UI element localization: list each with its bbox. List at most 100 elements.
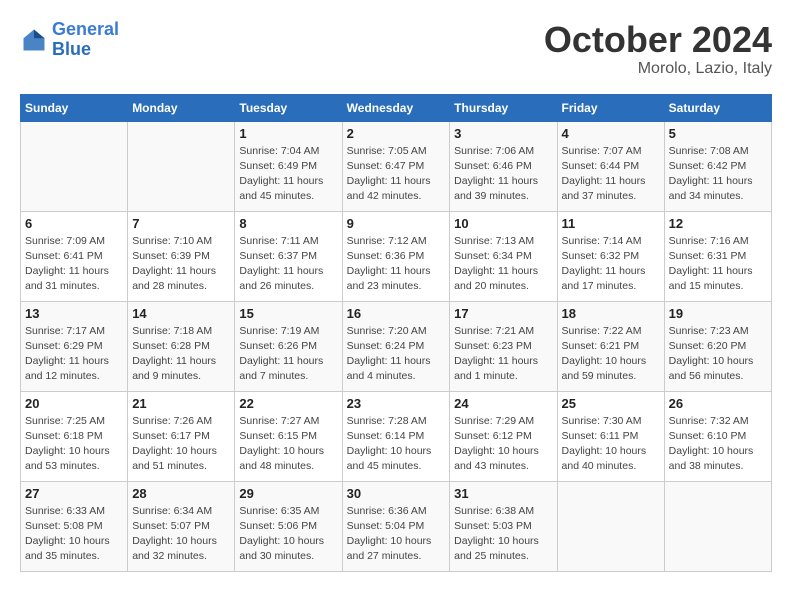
weekday-header: Sunday xyxy=(21,94,128,121)
day-info: Sunrise: 6:35 AMSunset: 5:06 PMDaylight:… xyxy=(239,504,337,565)
day-info: Sunrise: 7:20 AMSunset: 6:24 PMDaylight:… xyxy=(347,324,446,385)
day-info: Sunrise: 7:28 AMSunset: 6:14 PMDaylight:… xyxy=(347,414,446,475)
weekday-header: Friday xyxy=(557,94,664,121)
day-info: Sunrise: 7:14 AMSunset: 6:32 PMDaylight:… xyxy=(562,234,660,295)
calendar-cell: 20Sunrise: 7:25 AMSunset: 6:18 PMDayligh… xyxy=(21,391,128,481)
day-number: 26 xyxy=(669,396,767,411)
calendar-cell: 8 Sunrise: 7:11 AMSunset: 6:37 PMDaylight… xyxy=(235,211,342,301)
day-number: 5 xyxy=(669,126,767,141)
calendar-cell: 29 Sunrise: 6:35 AMSunset: 5:06 PMDayligh… xyxy=(235,481,342,571)
calendar-cell: 22Sunrise: 7:27 AMSunset: 6:15 PMDayligh… xyxy=(235,391,342,481)
day-number: 8 xyxy=(239,216,337,231)
weekday-row: SundayMondayTuesdayWednesdayThursdayFrid… xyxy=(21,94,772,121)
calendar-cell: 3Sunrise: 7:06 AMSunset: 6:46 PMDaylight… xyxy=(450,121,557,211)
day-number: 28 xyxy=(132,486,230,501)
day-number: 30 xyxy=(347,486,446,501)
day-info: Sunrise: 7:32 AMSunset: 6:10 PMDaylight:… xyxy=(669,414,767,475)
calendar-cell: 18 Sunrise: 7:22 AMSunset: 6:21 PMDayligh… xyxy=(557,301,664,391)
day-info: Sunrise: 7:09 AMSunset: 6:41 PMDaylight:… xyxy=(25,234,123,295)
calendar-cell: 12 Sunrise: 7:16 AMSunset: 6:31 PMDayligh… xyxy=(664,211,771,301)
day-info: Sunrise: 6:33 AMSunset: 5:08 PMDaylight:… xyxy=(25,504,123,565)
day-number: 7 xyxy=(132,216,230,231)
calendar-week-row: 1 Sunrise: 7:04 AMSunset: 6:49 PMDaylight… xyxy=(21,121,772,211)
day-number: 6 xyxy=(25,216,123,231)
calendar-cell xyxy=(557,481,664,571)
day-info: Sunrise: 7:16 AMSunset: 6:31 PMDaylight:… xyxy=(669,234,767,295)
logo-line1: General xyxy=(52,19,119,39)
day-number: 23 xyxy=(347,396,446,411)
day-number: 9 xyxy=(347,216,446,231)
calendar-cell: 9 Sunrise: 7:12 AMSunset: 6:36 PMDaylight… xyxy=(342,211,450,301)
day-number: 29 xyxy=(239,486,337,501)
day-number: 24 xyxy=(454,396,552,411)
day-number: 22 xyxy=(239,396,337,411)
calendar-cell: 6 Sunrise: 7:09 AMSunset: 6:41 PMDaylight… xyxy=(21,211,128,301)
calendar-cell xyxy=(21,121,128,211)
day-info: Sunrise: 7:12 AMSunset: 6:36 PMDaylight:… xyxy=(347,234,446,295)
calendar-cell: 11Sunrise: 7:14 AMSunset: 6:32 PMDayligh… xyxy=(557,211,664,301)
title-block: October 2024 Morolo, Lazio, Italy xyxy=(544,20,772,78)
day-number: 17 xyxy=(454,306,552,321)
day-info: Sunrise: 7:22 AMSunset: 6:21 PMDaylight:… xyxy=(562,324,660,385)
calendar-week-row: 13 Sunrise: 7:17 AMSunset: 6:29 PMDayligh… xyxy=(21,301,772,391)
calendar-week-row: 6 Sunrise: 7:09 AMSunset: 6:41 PMDaylight… xyxy=(21,211,772,301)
calendar-cell: 1 Sunrise: 7:04 AMSunset: 6:49 PMDaylight… xyxy=(235,121,342,211)
logo-icon xyxy=(20,26,48,54)
calendar-cell: 13 Sunrise: 7:17 AMSunset: 6:29 PMDayligh… xyxy=(21,301,128,391)
day-number: 15 xyxy=(239,306,337,321)
day-number: 4 xyxy=(562,126,660,141)
calendar-cell: 25Sunrise: 7:30 AMSunset: 6:11 PMDayligh… xyxy=(557,391,664,481)
page-header: General Blue October 2024 Morolo, Lazio,… xyxy=(20,20,772,78)
day-info: Sunrise: 6:34 AMSunset: 5:07 PMDaylight:… xyxy=(132,504,230,565)
day-info: Sunrise: 7:08 AMSunset: 6:42 PMDaylight:… xyxy=(669,144,767,205)
day-number: 2 xyxy=(347,126,446,141)
calendar-week-row: 27Sunrise: 6:33 AMSunset: 5:08 PMDayligh… xyxy=(21,481,772,571)
calendar-cell: 4Sunrise: 7:07 AMSunset: 6:44 PMDaylight… xyxy=(557,121,664,211)
calendar-cell: 7 Sunrise: 7:10 AMSunset: 6:39 PMDaylight… xyxy=(128,211,235,301)
calendar-week-row: 20Sunrise: 7:25 AMSunset: 6:18 PMDayligh… xyxy=(21,391,772,481)
calendar-cell xyxy=(128,121,235,211)
calendar-cell: 10Sunrise: 7:13 AMSunset: 6:34 PMDayligh… xyxy=(450,211,557,301)
day-number: 10 xyxy=(454,216,552,231)
day-number: 14 xyxy=(132,306,230,321)
calendar-cell: 27Sunrise: 6:33 AMSunset: 5:08 PMDayligh… xyxy=(21,481,128,571)
calendar-cell: 26 Sunrise: 7:32 AMSunset: 6:10 PMDayligh… xyxy=(664,391,771,481)
calendar-body: 1 Sunrise: 7:04 AMSunset: 6:49 PMDaylight… xyxy=(21,121,772,571)
month-title: October 2024 xyxy=(544,20,772,60)
day-number: 18 xyxy=(562,306,660,321)
calendar-cell: 5 Sunrise: 7:08 AMSunset: 6:42 PMDaylight… xyxy=(664,121,771,211)
calendar-header: SundayMondayTuesdayWednesdayThursdayFrid… xyxy=(21,94,772,121)
location: Morolo, Lazio, Italy xyxy=(544,60,772,78)
day-number: 21 xyxy=(132,396,230,411)
calendar-cell: 21Sunrise: 7:26 AMSunset: 6:17 PMDayligh… xyxy=(128,391,235,481)
day-info: Sunrise: 7:11 AMSunset: 6:37 PMDaylight:… xyxy=(239,234,337,295)
day-info: Sunrise: 7:05 AMSunset: 6:47 PMDaylight:… xyxy=(347,144,446,205)
calendar-cell: 19Sunrise: 7:23 AMSunset: 6:20 PMDayligh… xyxy=(664,301,771,391)
day-number: 3 xyxy=(454,126,552,141)
weekday-header: Tuesday xyxy=(235,94,342,121)
calendar-cell: 31Sunrise: 6:38 AMSunset: 5:03 PMDayligh… xyxy=(450,481,557,571)
weekday-header: Saturday xyxy=(664,94,771,121)
calendar-cell: 24Sunrise: 7:29 AMSunset: 6:12 PMDayligh… xyxy=(450,391,557,481)
day-info: Sunrise: 7:21 AMSunset: 6:23 PMDaylight:… xyxy=(454,324,552,385)
day-number: 16 xyxy=(347,306,446,321)
weekday-header: Wednesday xyxy=(342,94,450,121)
day-number: 13 xyxy=(25,306,123,321)
day-info: Sunrise: 7:10 AMSunset: 6:39 PMDaylight:… xyxy=(132,234,230,295)
calendar-table: SundayMondayTuesdayWednesdayThursdayFrid… xyxy=(20,94,772,572)
day-number: 12 xyxy=(669,216,767,231)
day-info: Sunrise: 7:19 AMSunset: 6:26 PMDaylight:… xyxy=(239,324,337,385)
calendar-cell: 30 Sunrise: 6:36 AMSunset: 5:04 PMDayligh… xyxy=(342,481,450,571)
day-info: Sunrise: 7:04 AMSunset: 6:49 PMDaylight:… xyxy=(239,144,337,205)
day-number: 31 xyxy=(454,486,552,501)
calendar-cell: 14Sunrise: 7:18 AMSunset: 6:28 PMDayligh… xyxy=(128,301,235,391)
day-info: Sunrise: 6:36 AMSunset: 5:04 PMDaylight:… xyxy=(347,504,446,565)
calendar-cell xyxy=(664,481,771,571)
day-info: Sunrise: 7:23 AMSunset: 6:20 PMDaylight:… xyxy=(669,324,767,385)
calendar-cell: 23 Sunrise: 7:28 AMSunset: 6:14 PMDayligh… xyxy=(342,391,450,481)
day-info: Sunrise: 7:17 AMSunset: 6:29 PMDaylight:… xyxy=(25,324,123,385)
calendar-cell: 16 Sunrise: 7:20 AMSunset: 6:24 PMDayligh… xyxy=(342,301,450,391)
calendar-cell: 2 Sunrise: 7:05 AMSunset: 6:47 PMDaylight… xyxy=(342,121,450,211)
calendar-cell: 15 Sunrise: 7:19 AMSunset: 6:26 PMDayligh… xyxy=(235,301,342,391)
day-number: 1 xyxy=(239,126,337,141)
